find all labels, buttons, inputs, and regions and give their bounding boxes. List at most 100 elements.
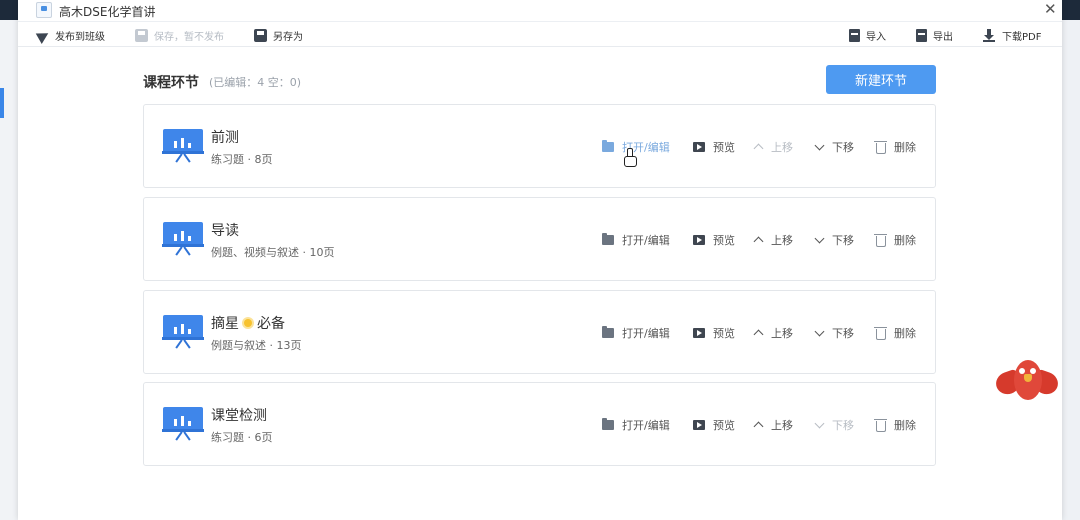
section-meta: (已编辑：4 空：0) [209,76,302,89]
preview-button[interactable]: 预览 [693,417,735,433]
move-down-label: 下移 [832,141,854,154]
trash-icon [874,326,887,340]
trash-icon [874,140,887,154]
move-down-label: 下移 [832,327,854,340]
publish-label: 发布到班级 [55,32,105,43]
lesson-title: 课堂检测 [211,408,267,424]
lesson-subtitle: 例题、视频与叙述 · 10页 [211,246,335,259]
play-icon [693,328,705,338]
play-icon [693,420,705,430]
open-edit-button[interactable]: 打开/编辑 [602,232,670,248]
lesson-title: 导读 [211,223,239,239]
move-up-label: 上移 [771,234,793,247]
chevron-down-icon [815,420,824,430]
app-icon [36,2,52,18]
background-sidebar-accent [0,88,4,118]
delete-button[interactable]: 删除 [874,139,916,155]
preview-button[interactable]: 预览 [693,139,735,155]
lesson-subtitle: 练习题 · 6页 [211,431,273,444]
preview-label: 预览 [713,141,735,154]
dialog-title: 高木DSE化学首讲 [59,5,156,19]
move-down-button[interactable]: 下移 [815,325,854,341]
chevron-down-icon [815,235,824,245]
parrot-mascot-icon[interactable] [992,354,1062,406]
sun-star-icon [241,316,255,330]
move-up-label: 上移 [771,141,793,154]
move-down-button[interactable]: 下移 [815,139,854,155]
delete-button[interactable]: 删除 [874,325,916,341]
import-button[interactable]: 导入 [849,28,886,43]
mouse-cursor-icon [624,148,637,167]
move-up-label: 上移 [771,419,793,432]
trash-icon [874,233,887,247]
lesson-title: 前测 [211,130,239,146]
dialog-titlebar: 高木DSE化学首讲 ✕ [18,0,1062,22]
folder-icon [602,233,614,245]
delete-button[interactable]: 删除 [874,417,916,433]
lesson-title-part: 必备 [257,316,285,332]
preview-button[interactable]: 预览 [693,325,735,341]
lesson-editor-dialog: 高木DSE化学首讲 ✕ 发布到班级 保存，暂不发布 另存为 导入 导出 下载PD… [18,0,1062,520]
move-up-label: 上移 [771,327,793,340]
save-button[interactable]: 保存，暂不发布 [135,28,224,43]
lesson-subtitle: 练习题 · 8页 [211,153,273,166]
preview-label: 预览 [713,234,735,247]
play-icon [693,142,705,152]
presentation-board-icon [162,315,204,351]
save-label: 保存，暂不发布 [154,32,224,43]
folder-icon [602,140,614,152]
import-label: 导入 [866,32,886,43]
chevron-up-icon [754,328,763,338]
publish-button[interactable]: 发布到班级 [35,27,105,44]
preview-label: 预览 [713,327,735,340]
lesson-card: 导读 例题、视频与叙述 · 10页 打开/编辑 预览 上移 下移 删除 [143,197,936,281]
lesson-card: 摘星 必备 例题与叙述 · 13页 打开/编辑 预览 上移 下移 删除 [143,290,936,374]
download-pdf-button[interactable]: 下载PDF [983,28,1041,43]
delete-label: 删除 [894,141,916,154]
download-icon [983,29,996,42]
save-as-label: 另存为 [273,32,303,43]
lesson-title-part: 摘星 [211,316,239,332]
presentation-board-icon [162,407,204,443]
move-down-label: 下移 [832,234,854,247]
play-icon [693,235,705,245]
preview-label: 预览 [713,419,735,432]
save-icon [135,29,148,42]
move-down-button[interactable]: 下移 [815,232,854,248]
lesson-card: 前测 练习题 · 8页 打开/编辑 预览 上移 下移 删除 [143,104,936,188]
delete-label: 删除 [894,234,916,247]
chevron-up-icon [754,235,763,245]
move-up-button[interactable]: 上移 [754,417,793,433]
save-as-icon [254,29,267,42]
export-label: 导出 [933,32,953,43]
export-button[interactable]: 导出 [916,28,953,43]
background-app-sidebar [0,20,18,520]
delete-button[interactable]: 删除 [874,232,916,248]
presentation-board-icon [162,129,204,165]
open-edit-label: 打开/编辑 [622,234,670,247]
lesson-card: 课堂检测 练习题 · 6页 打开/编辑 预览 上移 下移 删除 [143,382,936,466]
close-icon[interactable]: ✕ [1044,0,1057,18]
export-icon [916,29,927,42]
chevron-up-icon [754,142,763,152]
download-pdf-label: 下载PDF [1002,32,1042,43]
trash-icon [874,418,887,432]
dialog-toolbar: 发布到班级 保存，暂不发布 另存为 导入 导出 下载PDF [18,23,1062,47]
chevron-up-icon [754,420,763,430]
chevron-down-icon [815,142,824,152]
move-up-button[interactable]: 上移 [754,325,793,341]
save-as-button[interactable]: 另存为 [254,28,303,43]
lesson-subtitle: 例题与叙述 · 13页 [211,339,302,352]
send-icon [35,27,52,44]
delete-label: 删除 [894,419,916,432]
move-up-button[interactable]: 上移 [754,139,793,155]
open-edit-label: 打开/编辑 [622,327,670,340]
move-down-button[interactable]: 下移 [815,417,854,433]
section-title: 课程环节 [143,75,199,91]
open-edit-button[interactable]: 打开/编辑 [602,417,670,433]
new-section-button[interactable]: 新建环节 [826,65,936,94]
move-up-button[interactable]: 上移 [754,232,793,248]
open-edit-button[interactable]: 打开/编辑 [602,325,670,341]
folder-icon [602,326,614,338]
preview-button[interactable]: 预览 [693,232,735,248]
